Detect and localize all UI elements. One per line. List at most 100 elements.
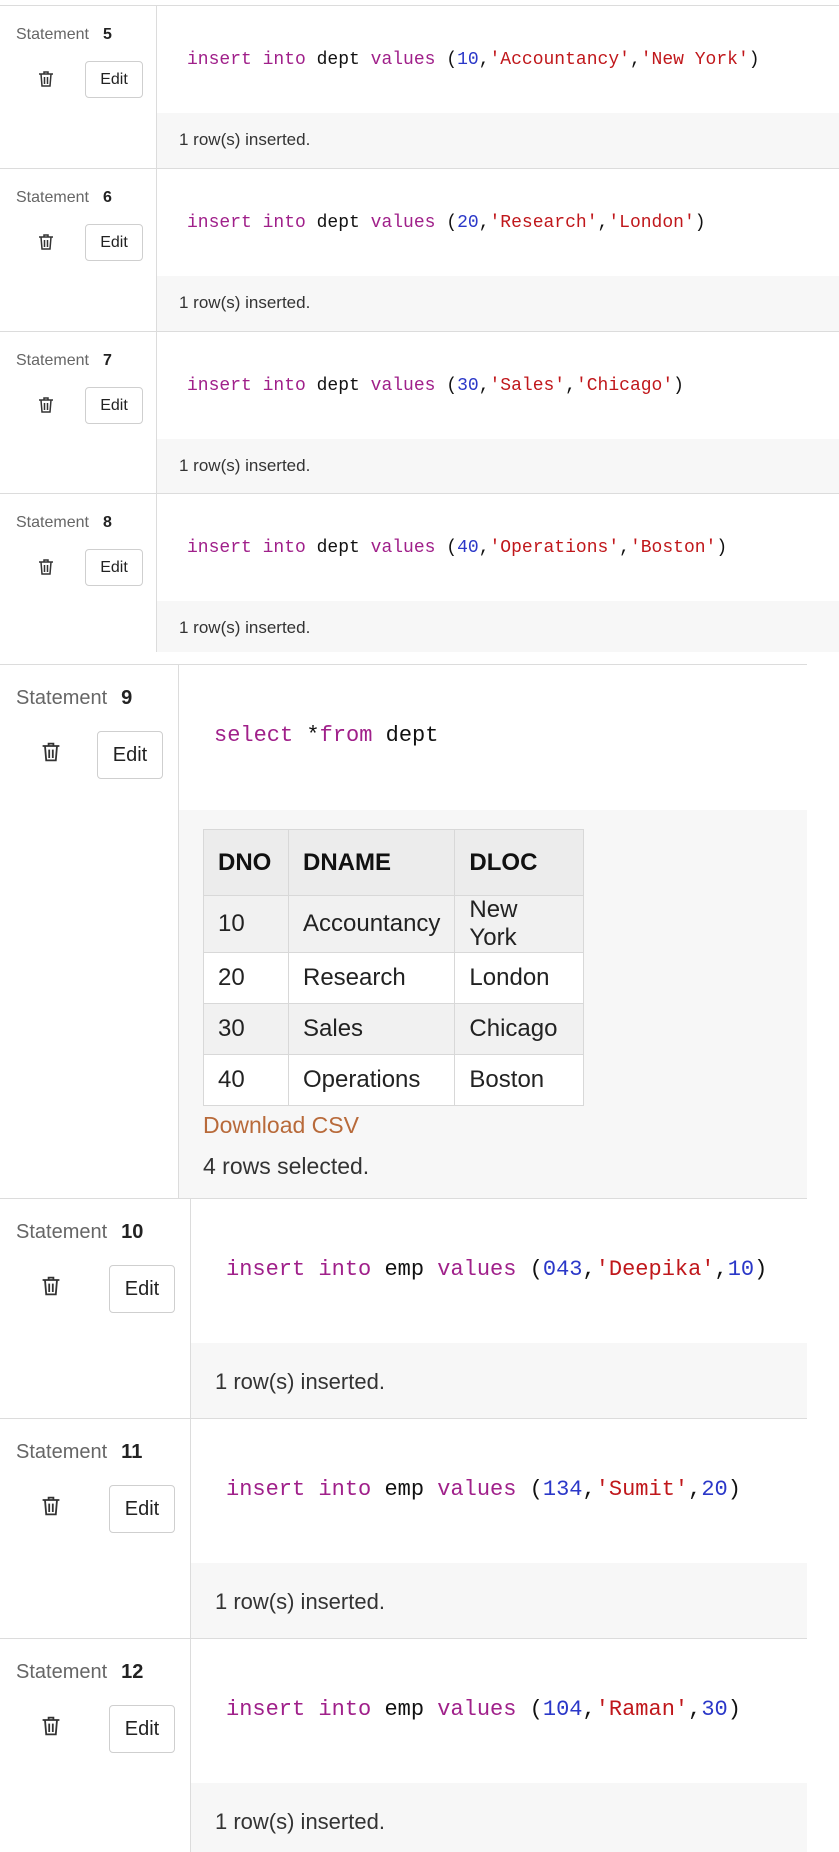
trash-icon[interactable] bbox=[39, 1714, 63, 1743]
statement-label: Statement 12 bbox=[16, 1661, 143, 1684]
code-token: ) bbox=[727, 1477, 741, 1502]
code-token: , bbox=[619, 538, 630, 558]
statement-label-text: Statement bbox=[16, 189, 89, 206]
edit-button[interactable]: Edit bbox=[85, 387, 143, 424]
code-token: values bbox=[437, 1477, 530, 1502]
code-token: ) bbox=[727, 1697, 741, 1722]
code-token: , bbox=[688, 1697, 702, 1722]
table-row: 10 Accountancy New York bbox=[203, 895, 585, 953]
statement-label-text: Statement bbox=[16, 514, 89, 531]
code-token: select bbox=[214, 723, 307, 748]
code-token: ) bbox=[754, 1257, 768, 1282]
trash-icon[interactable] bbox=[36, 395, 56, 420]
code-token: ( bbox=[529, 1697, 543, 1722]
code-token: insert into bbox=[187, 50, 317, 70]
code-token: , bbox=[478, 50, 490, 70]
table-cell: Research bbox=[287, 952, 456, 1004]
code-token: ( bbox=[529, 1257, 543, 1282]
table-cell: Sales bbox=[287, 1003, 456, 1055]
sql-code: insert into dept values (10,'Accountancy… bbox=[187, 50, 760, 70]
statement-number: 10 bbox=[121, 1221, 144, 1243]
statement-block: Statement 12 Edit insert into emp values (… bbox=[0, 1638, 807, 1852]
code-token: ) bbox=[748, 50, 760, 70]
result-panel: 1 row(s) inserted. bbox=[157, 439, 839, 494]
result-message: 1 row(s) inserted. bbox=[215, 1589, 385, 1614]
download-csv-link[interactable]: Download CSV bbox=[203, 1112, 359, 1139]
code-token: 134 bbox=[542, 1477, 583, 1502]
table-header-row: DNO DNAME DLOC bbox=[203, 829, 585, 896]
code-token: insert into bbox=[187, 538, 317, 558]
statement-block: Statement 6 Edit insert into dept values (… bbox=[0, 168, 839, 332]
column-header: DLOC bbox=[454, 829, 585, 896]
code-token: , bbox=[478, 376, 490, 396]
code-token: values bbox=[370, 213, 447, 233]
result-panel: 1 row(s) inserted. bbox=[191, 1563, 807, 1639]
code-token: , bbox=[478, 213, 490, 233]
code-token: 10 bbox=[727, 1257, 755, 1282]
code-token: , bbox=[582, 1257, 596, 1282]
statement-block: Statement 11 Edit insert into emp values (… bbox=[0, 1418, 807, 1639]
code-token: 30 bbox=[457, 376, 479, 396]
code-token: dept bbox=[385, 723, 439, 748]
trash-icon[interactable] bbox=[39, 1274, 63, 1303]
code-token: insert into bbox=[226, 1697, 385, 1722]
code-token: 'London' bbox=[608, 213, 695, 233]
statement-label-text: Statement bbox=[16, 26, 89, 43]
code-token: ( bbox=[446, 50, 458, 70]
trash-icon[interactable] bbox=[36, 557, 56, 582]
statement-block: Statement 8 Edit insert into dept values (… bbox=[0, 493, 839, 652]
statement-number: 9 bbox=[121, 687, 133, 709]
code-token: ( bbox=[446, 376, 458, 396]
statement-label: Statement 5 bbox=[16, 26, 112, 44]
edit-button[interactable]: Edit bbox=[97, 731, 163, 779]
code-token: 'Research' bbox=[489, 213, 598, 233]
result-table: DNO DNAME DLOC 10 Accountancy New York 20 Resea… bbox=[203, 829, 585, 1106]
statement-label: Statement 10 bbox=[16, 1221, 143, 1244]
statement-label: Statement 11 bbox=[16, 1441, 142, 1464]
code-token: , bbox=[565, 376, 576, 396]
code-token: ) bbox=[694, 213, 706, 233]
table-cell: Chicago bbox=[454, 1003, 585, 1055]
trash-icon[interactable] bbox=[39, 1494, 63, 1523]
edit-button[interactable]: Edit bbox=[85, 549, 143, 586]
code-token: values bbox=[370, 538, 447, 558]
result-message: 4 rows selected. bbox=[203, 1153, 370, 1179]
code-token: insert into bbox=[226, 1477, 385, 1502]
column-header: DNO bbox=[203, 829, 289, 896]
code-token: , bbox=[597, 213, 609, 233]
result-message: 1 row(s) inserted. bbox=[215, 1809, 385, 1834]
code-token: ( bbox=[446, 213, 458, 233]
statement-label: Statement 8 bbox=[16, 514, 112, 532]
sql-code: insert into emp values (043,'Deepika',10… bbox=[226, 1257, 767, 1282]
code-token: from bbox=[319, 723, 386, 748]
trash-icon[interactable] bbox=[36, 232, 56, 257]
edit-button[interactable]: Edit bbox=[109, 1705, 175, 1753]
trash-icon[interactable] bbox=[39, 740, 63, 769]
code-token: , bbox=[629, 50, 641, 70]
code-token: , bbox=[688, 1477, 702, 1502]
code-token: , bbox=[478, 538, 490, 558]
code-token: 20 bbox=[701, 1477, 728, 1502]
result-panel: 1 row(s) inserted. bbox=[191, 1343, 807, 1419]
statement-label: Statement 6 bbox=[16, 189, 112, 207]
table-cell: Operations bbox=[287, 1054, 456, 1106]
trash-icon[interactable] bbox=[36, 69, 56, 94]
code-token: values bbox=[370, 50, 447, 70]
statement-block: Statement 9 Edit select *from dept DNO DNAME… bbox=[0, 664, 807, 1199]
edit-button[interactable]: Edit bbox=[85, 61, 143, 98]
sql-code: insert into dept values (30,'Sales','Chi… bbox=[187, 376, 684, 396]
code-token: ( bbox=[529, 1477, 543, 1502]
code-token: insert into bbox=[187, 213, 317, 233]
code-token: dept bbox=[316, 213, 371, 233]
table-cell: 30 bbox=[203, 1003, 289, 1055]
code-token: ( bbox=[446, 538, 458, 558]
edit-button[interactable]: Edit bbox=[109, 1265, 175, 1313]
statement-number: 11 bbox=[121, 1441, 143, 1463]
code-token: ) bbox=[673, 376, 684, 396]
code-token: insert into bbox=[226, 1257, 385, 1282]
result-message: 1 row(s) inserted. bbox=[179, 456, 311, 475]
code-token: , bbox=[582, 1477, 596, 1502]
edit-button[interactable]: Edit bbox=[85, 224, 143, 261]
code-token: dept bbox=[316, 376, 371, 396]
edit-button[interactable]: Edit bbox=[109, 1485, 175, 1533]
